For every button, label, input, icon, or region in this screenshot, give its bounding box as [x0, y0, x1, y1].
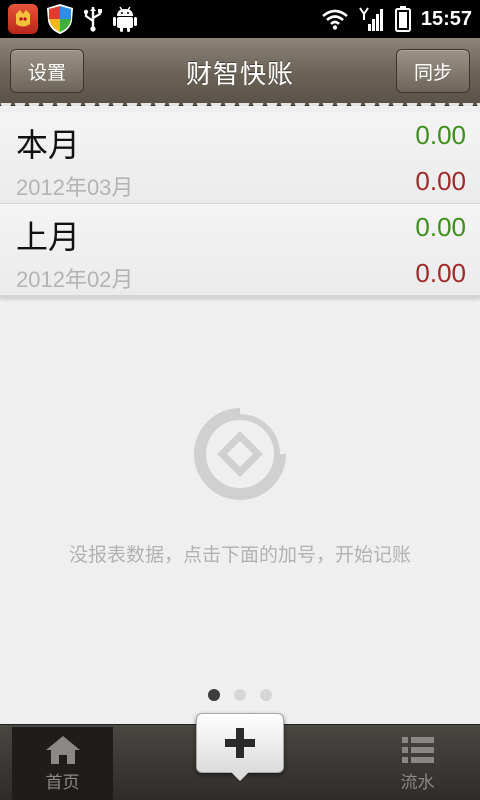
empty-state-message: 没报表数据，点击下面的加号，开始记账 — [68, 544, 411, 566]
title-bar: 财智快账 设置 同步 — [0, 38, 480, 111]
nav-flow-tab[interactable]: 流水 — [367, 727, 468, 800]
home-icon — [45, 736, 80, 764]
status-bar: 15:57 — [0, 0, 480, 38]
plus-icon — [225, 728, 255, 758]
row-title: 本月 — [16, 126, 81, 164]
row-title: 上月 — [16, 218, 81, 256]
bottom-nav: 首页 流水 — [0, 713, 480, 800]
row-date: 2012年02月 — [16, 267, 134, 292]
usb-icon — [83, 7, 102, 32]
nav-flow-label: 流水 — [400, 773, 435, 793]
sync-button[interactable]: 同步 — [396, 49, 470, 93]
empty-state-logo-icon — [194, 406, 288, 500]
page-dot-1[interactable] — [208, 689, 220, 701]
status-time: 15:57 — [420, 7, 472, 30]
page-dot-2[interactable] — [234, 689, 246, 701]
income-amount: 0.00 — [415, 212, 466, 242]
income-amount: 0.00 — [415, 120, 466, 150]
summary-row-last-month[interactable]: 上月 2012年02月 0.00 0.00 — [0, 204, 480, 295]
add-record-button[interactable] — [196, 713, 284, 781]
security-shield-icon — [47, 4, 73, 34]
summary-row-this-month[interactable]: 本月 2012年03月 0.00 0.00 — [0, 112, 480, 204]
nav-home-label: 首页 — [45, 773, 80, 793]
nav-home-tab[interactable]: 首页 — [12, 727, 113, 800]
summary-list: 本月 2012年03月 0.00 0.00 上月 2012年02月 0.00 0… — [0, 112, 480, 298]
battery-icon — [394, 6, 411, 32]
list-icon — [401, 737, 434, 763]
wifi-icon — [322, 9, 348, 30]
app-notification-icon — [8, 4, 38, 34]
signal-icon — [359, 7, 383, 31]
expense-amount: 0.00 — [415, 166, 466, 196]
android-debug-icon — [113, 6, 137, 32]
row-date: 2012年03月 — [16, 175, 134, 200]
page-indicator — [0, 689, 480, 701]
expense-amount: 0.00 — [415, 258, 466, 288]
page-dot-3[interactable] — [260, 689, 272, 701]
settings-button[interactable]: 设置 — [10, 49, 84, 93]
